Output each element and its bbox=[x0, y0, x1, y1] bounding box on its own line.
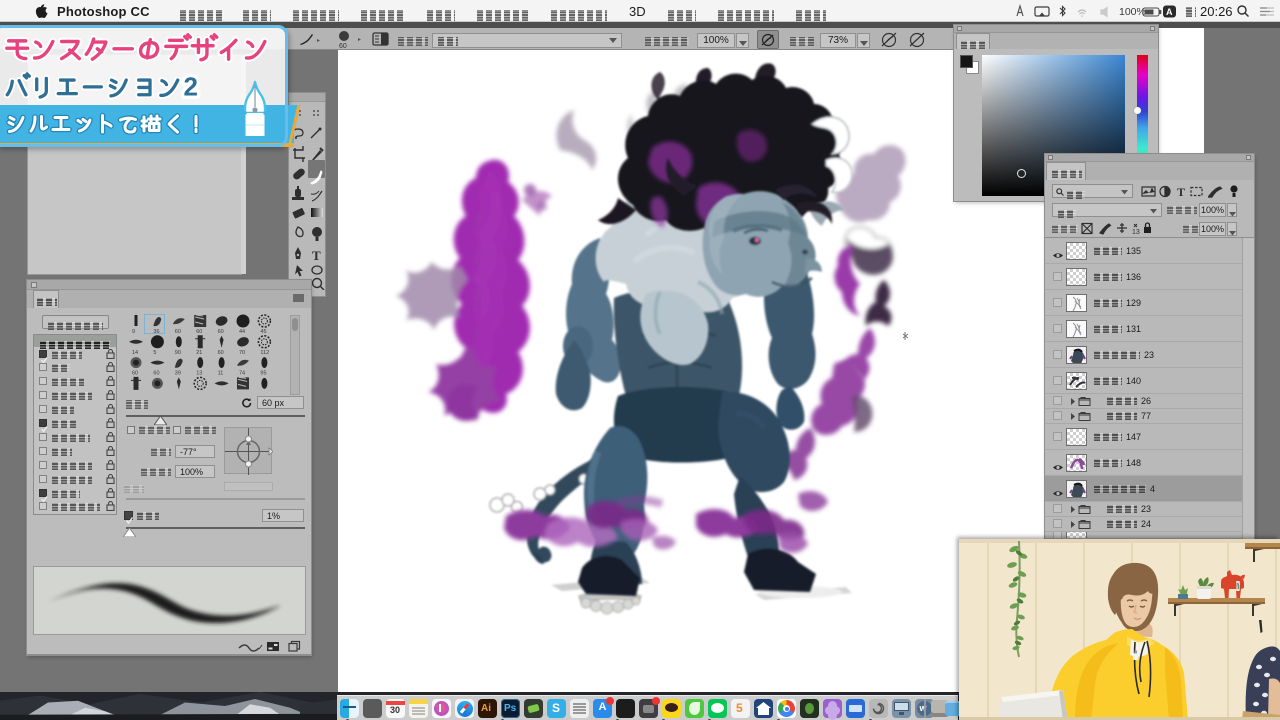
svg-text:14: 14 bbox=[132, 350, 138, 356]
svg-text:39: 39 bbox=[175, 371, 181, 377]
svg-text:11: 11 bbox=[218, 371, 224, 377]
svg-text:74: 74 bbox=[239, 371, 245, 377]
svg-text:60: 60 bbox=[218, 329, 224, 335]
svg-text:13: 13 bbox=[196, 371, 202, 377]
svg-text:95: 95 bbox=[260, 371, 266, 377]
svg-text:13: 13 bbox=[1132, 229, 1140, 236]
svg-text:70: 70 bbox=[239, 350, 245, 356]
svg-text:60: 60 bbox=[153, 371, 159, 377]
svg-text:60: 60 bbox=[196, 329, 202, 335]
svg-text:44: 44 bbox=[239, 329, 245, 335]
svg-text:90: 90 bbox=[175, 350, 181, 356]
svg-text:21: 21 bbox=[196, 350, 202, 356]
svg-text:112: 112 bbox=[260, 350, 269, 356]
svg-text:60: 60 bbox=[132, 371, 138, 377]
svg-text:T: T bbox=[1177, 185, 1185, 199]
svg-text:T: T bbox=[312, 248, 321, 263]
svg-text:100%: 100% bbox=[1119, 6, 1146, 18]
svg-text:60: 60 bbox=[175, 329, 181, 335]
svg-text:2: 2 bbox=[184, 72, 198, 101]
svg-text:5: 5 bbox=[153, 350, 156, 356]
svg-text:45: 45 bbox=[260, 329, 266, 335]
svg-text:9: 9 bbox=[132, 329, 135, 335]
svg-text:60: 60 bbox=[339, 43, 347, 49]
svg-text:60: 60 bbox=[218, 350, 224, 356]
svg-text:A: A bbox=[1166, 7, 1173, 17]
